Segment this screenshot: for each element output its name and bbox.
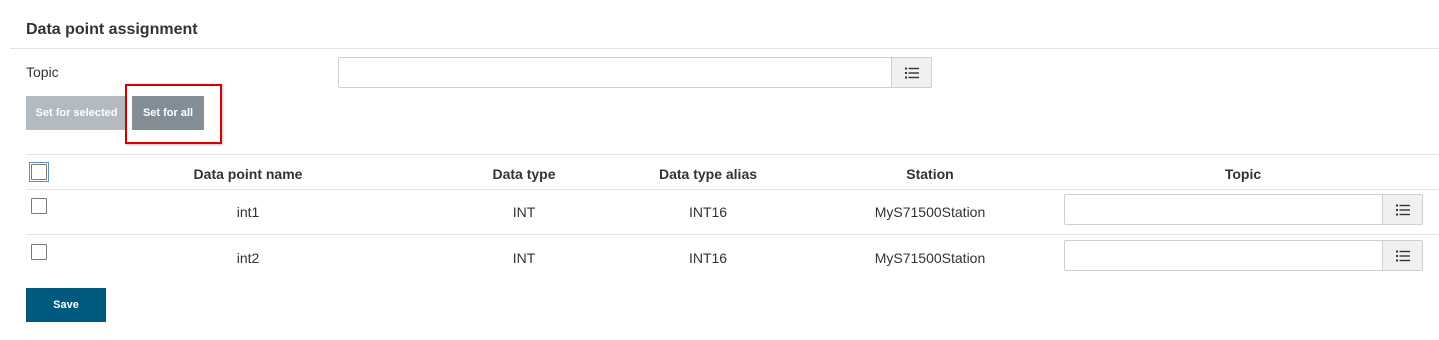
row-topic-list-button[interactable] bbox=[1382, 240, 1423, 271]
title-divider bbox=[10, 48, 1439, 49]
column-header-data-point-name: Data point name bbox=[193, 166, 303, 182]
header-divider bbox=[26, 189, 1439, 190]
save-button[interactable]: Save bbox=[26, 288, 106, 322]
row-station: MyS71500Station bbox=[874, 250, 986, 266]
row-divider bbox=[26, 234, 1439, 235]
table-top-divider bbox=[26, 154, 1439, 155]
row-topic-list-button[interactable] bbox=[1382, 194, 1423, 225]
row-checkbox[interactable] bbox=[31, 198, 47, 214]
row-topic-input-group bbox=[1064, 194, 1423, 225]
topic-label: Topic bbox=[26, 64, 59, 80]
list-icon bbox=[1395, 204, 1410, 215]
select-all-checkbox[interactable] bbox=[31, 164, 47, 180]
data-point-assignment-panel: Data point assignment Topic Set for sele… bbox=[0, 0, 1439, 340]
set-for-selected-button[interactable]: Set for selected bbox=[26, 96, 127, 130]
row-station: MyS71500Station bbox=[874, 204, 986, 220]
set-for-all-button[interactable]: Set for all bbox=[132, 96, 204, 130]
column-header-data-type: Data type bbox=[492, 166, 556, 182]
row-data-type-alias: INT16 bbox=[688, 250, 728, 266]
row-data-point-name: int2 bbox=[236, 250, 260, 266]
select-all-checkbox-wrapper bbox=[29, 162, 49, 182]
row-checkbox[interactable] bbox=[31, 244, 47, 260]
column-header-station: Station bbox=[906, 166, 954, 182]
row-data-type: INT bbox=[512, 204, 536, 220]
column-header-topic: Topic bbox=[1224, 166, 1262, 182]
topic-input[interactable] bbox=[338, 57, 891, 88]
row-topic-input[interactable] bbox=[1064, 194, 1382, 225]
list-icon bbox=[1395, 250, 1410, 261]
list-icon bbox=[904, 67, 919, 78]
row-data-type-alias: INT16 bbox=[688, 204, 728, 220]
topic-input-group bbox=[338, 57, 932, 88]
row-data-point-name: int1 bbox=[236, 204, 260, 220]
row-topic-input[interactable] bbox=[1064, 240, 1382, 271]
column-header-data-type-alias: Data type alias bbox=[658, 166, 758, 182]
topic-list-button[interactable] bbox=[891, 57, 932, 88]
section-title: Data point assignment bbox=[26, 21, 198, 38]
row-topic-input-group bbox=[1064, 240, 1423, 271]
row-data-type: INT bbox=[512, 250, 536, 266]
